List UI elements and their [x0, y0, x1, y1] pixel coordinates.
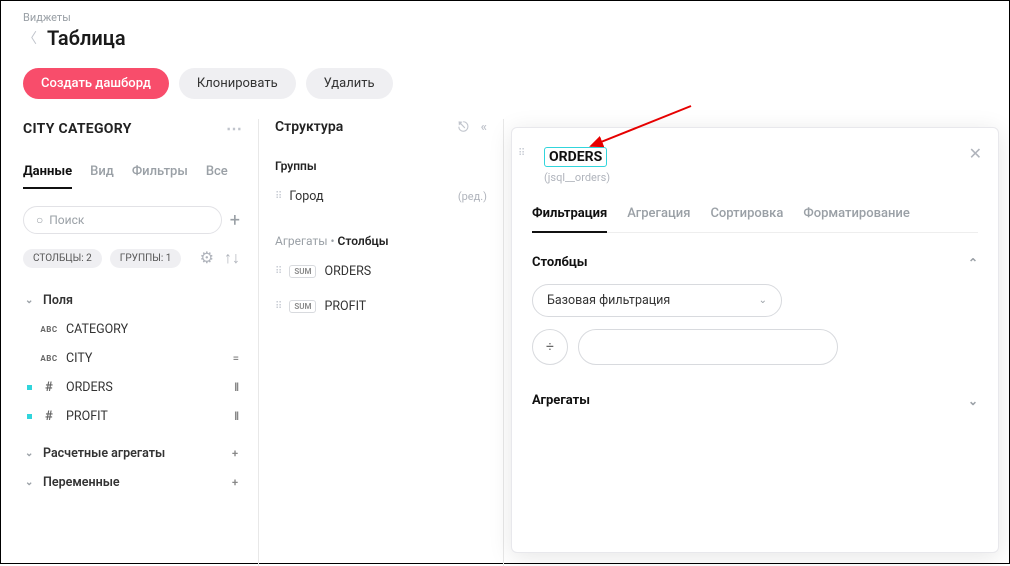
tree-section-fields[interactable]: ⌄ Поля — [23, 286, 240, 315]
groups-heading: Группы — [275, 159, 487, 173]
field-item[interactable]: #ORDERSll — [23, 373, 240, 402]
type-number-icon: # — [40, 380, 58, 395]
chevron-down-icon: ⌄ — [968, 394, 978, 408]
panel-tab-sort[interactable]: Сортировка — [710, 206, 783, 232]
sum-badge: SUM — [289, 265, 316, 278]
search-icon: ○ — [36, 213, 43, 227]
tab-view[interactable]: Вид — [90, 164, 114, 189]
tab-all[interactable]: Все — [206, 164, 228, 189]
chip-columns[interactable]: СТОЛБЦЫ: 2 — [23, 249, 102, 268]
group-item[interactable]: ⠿ Город (ред.) — [275, 185, 487, 208]
tab-filters[interactable]: Фильтры — [132, 164, 188, 189]
search-input[interactable]: ○ Поиск — [23, 206, 222, 234]
lock-icon[interactable]: ⎋ — [458, 120, 468, 135]
tab-data[interactable]: Данные — [23, 164, 72, 189]
chevron-down-icon: ⌄ — [759, 295, 767, 306]
filter-type-select[interactable]: Базовая фильтрация ⌄ — [532, 284, 782, 317]
page-title: Таблица — [47, 26, 126, 50]
collapse-icon[interactable]: « — [481, 120, 487, 135]
add-calc-button[interactable]: + — [232, 447, 238, 460]
edit-label[interactable]: (ред.) — [458, 190, 487, 203]
marker-icon — [27, 414, 32, 419]
section-aggregates[interactable]: Агрегаты ⌄ — [532, 393, 978, 408]
settings-icon[interactable]: ⚙ — [200, 248, 214, 268]
drag-handle-icon[interactable]: ⠿ — [275, 266, 281, 277]
field-action-icon[interactable]: ll — [234, 381, 238, 394]
add-var-button[interactable]: + — [232, 476, 238, 489]
panel-title[interactable]: ORDERS — [544, 147, 607, 167]
back-chevron-icon[interactable]: 〈 — [23, 28, 37, 48]
chevron-up-icon: ⌃ — [968, 256, 978, 270]
panel-tab-filter[interactable]: Фильтрация — [532, 206, 607, 233]
close-icon[interactable]: ✕ — [969, 144, 982, 163]
add-field-button[interactable]: + — [230, 210, 240, 231]
type-number-icon: # — [40, 409, 58, 424]
create-dashboard-button[interactable]: Создать дашборд — [23, 68, 169, 99]
datasource-name: CITY CATEGORY — [23, 121, 132, 137]
field-settings-panel: ⠿ ✕ ORDERS (jsql__orders) Фильтрация Агр… — [511, 127, 999, 553]
drag-handle-icon[interactable]: ⠿ — [518, 148, 524, 159]
chip-groups[interactable]: ГРУППЫ: 1 — [110, 249, 182, 268]
field-action-icon[interactable]: ll — [234, 410, 238, 423]
chevron-down-icon: ⌄ — [25, 477, 35, 488]
field-item[interactable]: ABCCATEGORY — [23, 315, 240, 344]
aggregate-item[interactable]: ⠿SUMORDERS — [275, 260, 487, 283]
breadcrumb[interactable]: Виджеты — [23, 11, 987, 24]
panel-tab-format[interactable]: Форматирование — [803, 206, 909, 232]
tree-section-calc[interactable]: ⌄ Расчетные агрегаты + — [23, 439, 240, 468]
sum-badge: SUM — [289, 300, 316, 313]
clone-button[interactable]: Клонировать — [179, 68, 296, 99]
structure-title: Структура — [275, 119, 343, 135]
panel-subtitle: (jsql__orders) — [544, 171, 978, 184]
operator-button[interactable]: ÷ — [532, 329, 568, 365]
drag-handle-icon[interactable]: ⠿ — [275, 191, 281, 202]
sort-icon[interactable]: ↑↓ — [224, 248, 240, 268]
type-text-icon: ABC — [40, 325, 58, 334]
type-text-icon: ABC — [40, 354, 58, 363]
field-item[interactable]: #PROFITll — [23, 402, 240, 431]
delete-button[interactable]: Удалить — [306, 68, 393, 99]
datasource-menu-icon[interactable]: ⋯ — [226, 119, 240, 138]
aggregates-heading: Агрегаты • Столбцы — [275, 234, 487, 248]
tree-section-vars[interactable]: ⌄ Переменные + — [23, 468, 240, 497]
drag-handle-icon[interactable]: ⠿ — [275, 301, 281, 312]
marker-icon — [27, 385, 32, 390]
panel-tab-aggregation[interactable]: Агрегация — [627, 206, 690, 232]
filter-value-input[interactable] — [578, 329, 838, 365]
field-action-icon[interactable]: = — [233, 352, 238, 365]
chevron-down-icon: ⌄ — [25, 448, 35, 459]
aggregate-item[interactable]: ⠿SUMPROFIT — [275, 295, 487, 318]
section-columns[interactable]: Столбцы ⌃ — [532, 255, 978, 270]
chevron-down-icon: ⌄ — [25, 295, 35, 306]
field-item[interactable]: ABCCITY= — [23, 344, 240, 373]
